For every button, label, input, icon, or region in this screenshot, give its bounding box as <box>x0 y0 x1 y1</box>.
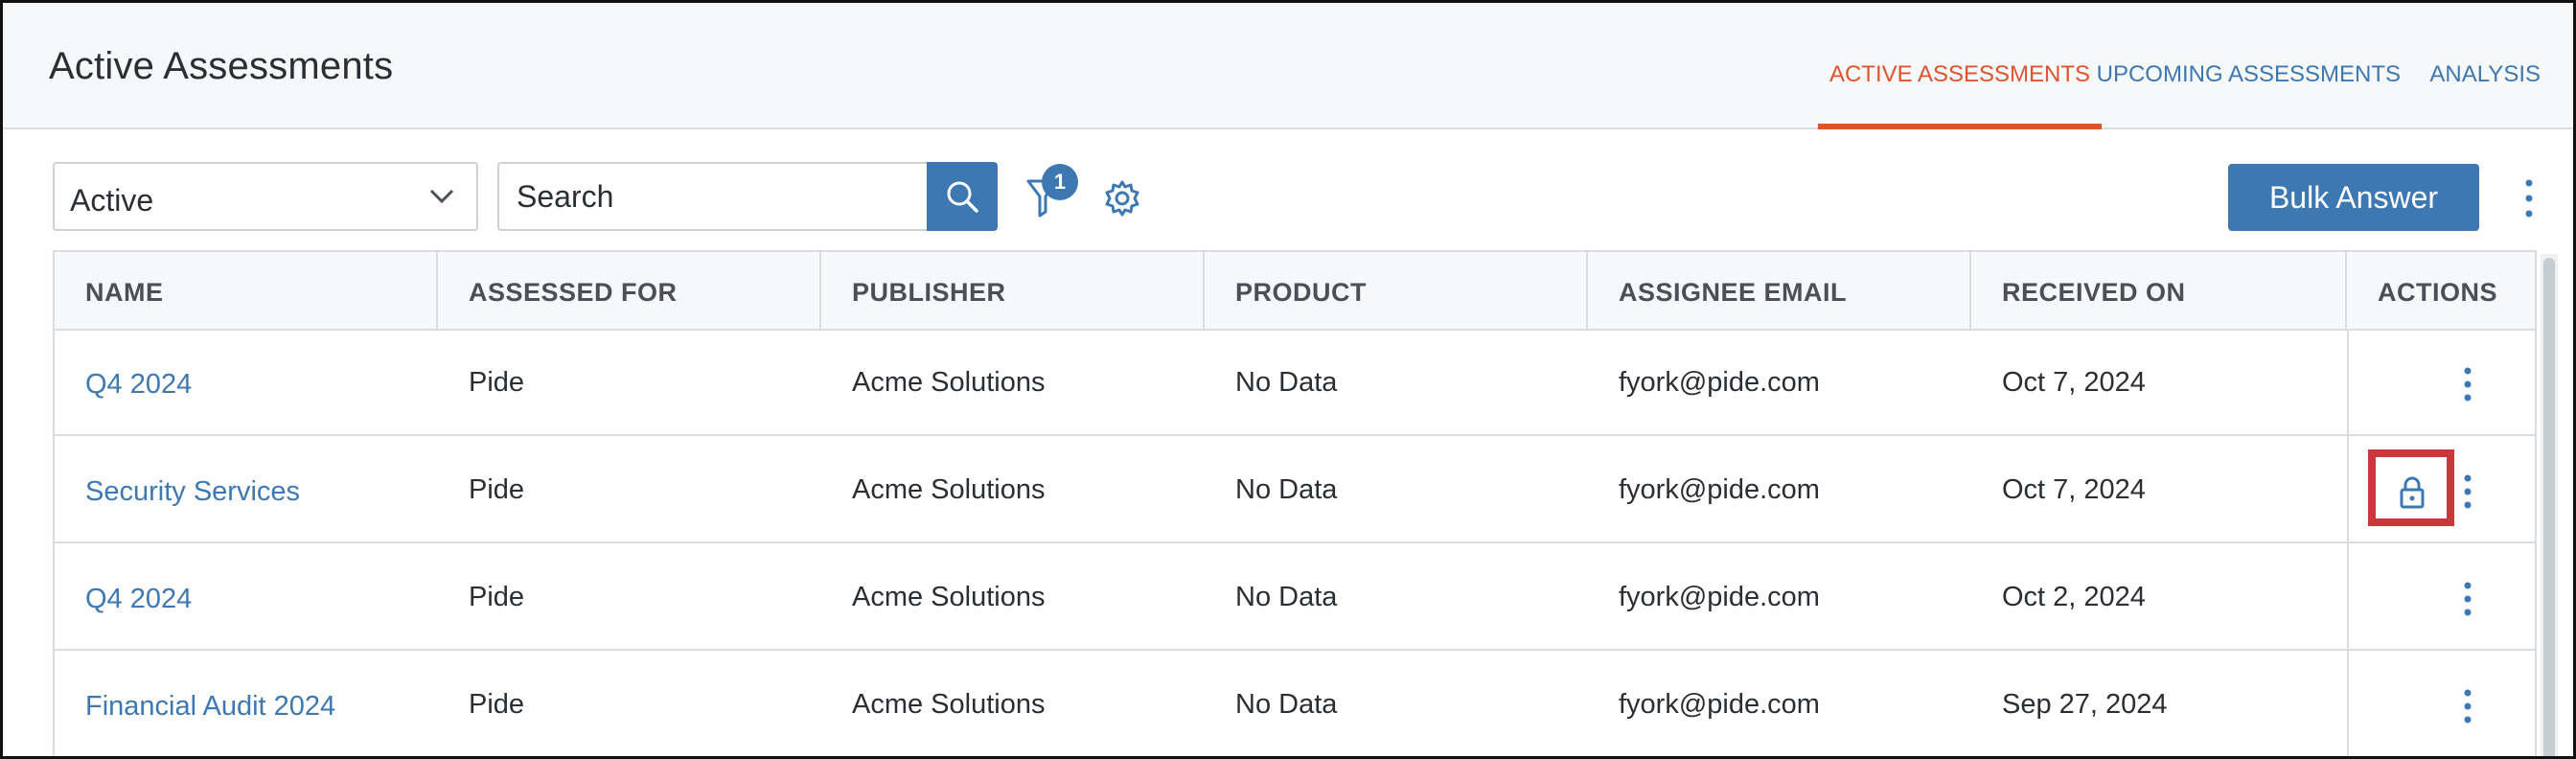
product-cell: No Data <box>1235 582 1338 612</box>
assessment-link[interactable]: Financial Audit 2024 <box>85 691 335 722</box>
scrollbar-thumb[interactable] <box>2543 258 2555 756</box>
table-row: Q4 2024 Pide Acme Solutions No Data fyor… <box>55 543 2535 651</box>
page-header: Active Assessments ACTIVE ASSESSMENTS UP… <box>3 3 2573 129</box>
chevron-down-icon <box>429 189 454 204</box>
row-actions-kebab-icon[interactable] <box>2458 687 2477 725</box>
assignee-email-cell: fyork@pide.com <box>1619 689 1820 720</box>
table-row: Q4 2024 Pide Acme Solutions No Data fyor… <box>55 329 2535 436</box>
bulk-answer-button[interactable]: Bulk Answer <box>2228 164 2479 231</box>
active-tab-indicator <box>1818 124 2102 129</box>
column-header-name[interactable]: NAME <box>55 252 438 329</box>
assessment-link[interactable]: Security Services <box>85 476 300 507</box>
column-header-assignee-email[interactable]: ASSIGNEE EMAIL <box>1588 252 1971 329</box>
table-header: NAME ASSESSED FOR PUBLISHER PRODUCT ASSI… <box>55 252 2535 331</box>
assignee-email-cell: fyork@pide.com <box>1619 474 1820 505</box>
assessed-for-cell: Pide <box>469 367 525 398</box>
received-on-cell: Oct 7, 2024 <box>2002 367 2146 398</box>
table-row: Financial Audit 2024 Pide Acme Solutions… <box>55 651 2535 756</box>
publisher-cell: Acme Solutions <box>852 367 1046 398</box>
product-cell: No Data <box>1235 474 1338 505</box>
assessments-table: NAME ASSESSED FOR PUBLISHER PRODUCT ASSI… <box>53 250 2537 756</box>
column-header-actions: ACTIONS <box>2378 278 2497 307</box>
search-icon <box>947 181 978 213</box>
column-header-product[interactable]: PRODUCT <box>1205 252 1588 329</box>
search-input[interactable] <box>497 162 929 231</box>
assignee-email-cell: fyork@pide.com <box>1619 367 1820 398</box>
row-actions-kebab-icon[interactable] <box>2458 472 2477 511</box>
tab-active-assessments[interactable]: ACTIVE ASSESSMENTS <box>1818 3 2102 129</box>
product-cell: No Data <box>1235 367 1338 398</box>
actions-cell <box>2347 436 2535 543</box>
tab-upcoming-assessments[interactable]: UPCOMING ASSESSMENTS <box>2097 3 2401 127</box>
publisher-cell: Acme Solutions <box>852 582 1046 612</box>
column-header-assessed-for[interactable]: ASSESSED FOR <box>438 252 821 329</box>
received-on-cell: Sep 27, 2024 <box>2002 689 2168 720</box>
assessment-link[interactable]: Q4 2024 <box>85 584 192 614</box>
actions-cell <box>2347 651 2535 756</box>
publisher-cell: Acme Solutions <box>852 689 1046 720</box>
assignee-email-cell: fyork@pide.com <box>1619 582 1820 612</box>
actions-cell <box>2347 543 2535 651</box>
row-actions-kebab-icon[interactable] <box>2458 580 2477 618</box>
tab-analysis[interactable]: ANALYSIS <box>2429 3 2541 127</box>
search-button[interactable] <box>927 162 998 231</box>
name-cell: Q4 2024 <box>55 543 192 651</box>
status-dropdown-value: Active <box>70 183 154 218</box>
gear-icon[interactable] <box>1103 179 1141 218</box>
table-row: Security Services Pide Acme Solutions No… <box>55 436 2535 543</box>
assessed-for-cell: Pide <box>469 689 525 720</box>
page-title: Active Assessments <box>49 45 394 87</box>
publisher-cell: Acme Solutions <box>852 474 1046 505</box>
assessed-for-cell: Pide <box>469 474 525 505</box>
column-header-publisher[interactable]: PUBLISHER <box>821 252 1205 329</box>
name-cell: Financial Audit 2024 <box>55 651 335 756</box>
more-options-kebab-icon[interactable] <box>2518 175 2541 221</box>
assessment-link[interactable]: Q4 2024 <box>85 369 192 400</box>
name-cell: Security Services <box>55 436 300 543</box>
filter-count-badge: 1 <box>1042 164 1078 200</box>
lock-icon[interactable] <box>2393 472 2431 511</box>
table-scrollbar[interactable] <box>2541 254 2558 756</box>
received-on-cell: Oct 7, 2024 <box>2002 474 2146 505</box>
name-cell: Q4 2024 <box>55 329 192 436</box>
row-actions-kebab-icon[interactable] <box>2458 365 2477 403</box>
assessed-for-cell: Pide <box>469 582 525 612</box>
received-on-cell: Oct 2, 2024 <box>2002 582 2146 612</box>
app-window: Active Assessments ACTIVE ASSESSMENTS UP… <box>0 0 2576 759</box>
product-cell: No Data <box>1235 689 1338 720</box>
column-header-received-on[interactable]: RECEIVED ON <box>1971 252 2347 329</box>
tab-label: ACTIVE ASSESSMENTS <box>1828 61 2091 87</box>
actions-cell <box>2347 329 2535 436</box>
status-dropdown[interactable]: Active <box>53 162 478 231</box>
